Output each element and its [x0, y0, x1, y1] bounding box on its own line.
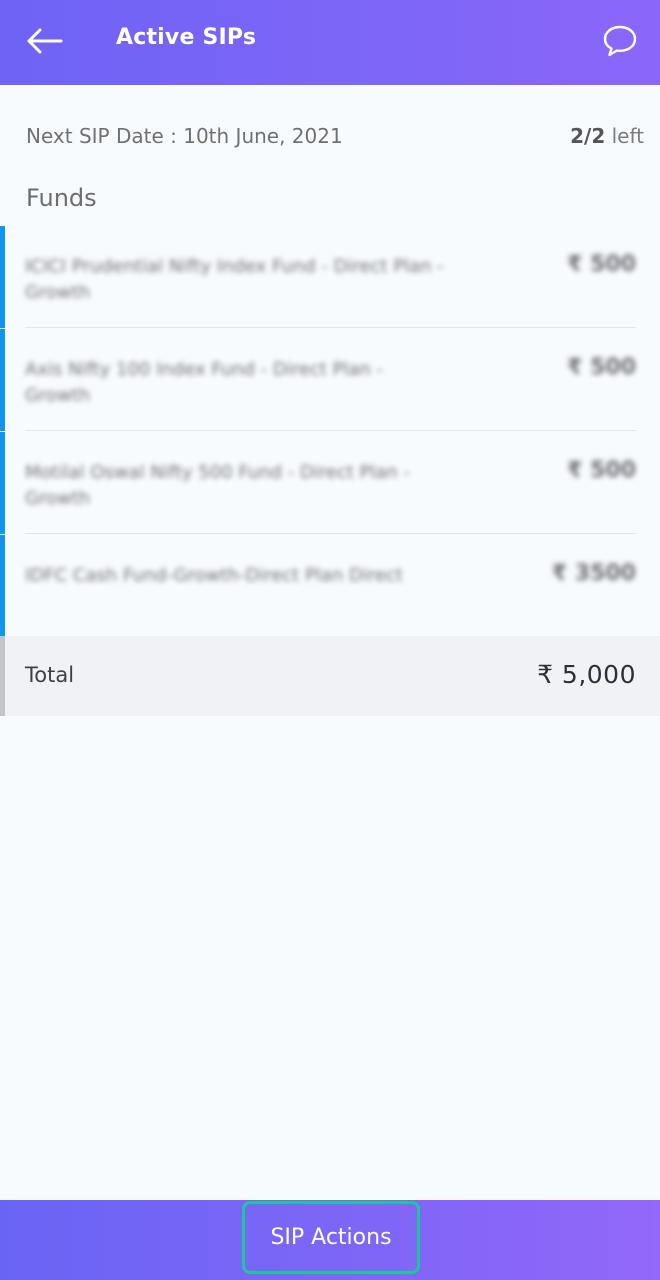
active-sips-screen: Active SIPs Next SIP Date : 10th June, 2… [0, 0, 660, 1280]
app-header: Active SIPs [0, 0, 660, 85]
total-value: ₹ 5,000 [537, 660, 636, 689]
funds-heading: Funds [26, 184, 97, 212]
fund-list-item[interactable]: Axis Nifty 100 Index Fund - Direct Plan … [0, 329, 660, 431]
fund-amount: ₹ 500 [567, 252, 636, 277]
chat-bubble-icon [603, 25, 637, 57]
sips-left-value: 2/2 [570, 124, 606, 148]
divider [25, 327, 636, 328]
total-row: Total ₹ 5,000 [0, 636, 660, 716]
sips-left-count: 2/2 left [570, 124, 644, 148]
sip-actions-button[interactable]: SIP Actions [242, 1201, 420, 1274]
chat-button[interactable] [600, 22, 640, 60]
divider [25, 430, 636, 431]
next-sip-date: Next SIP Date : 10th June, 2021 [26, 124, 343, 148]
arrow-left-icon [27, 28, 63, 54]
fund-name: Motilal Oswal Nifty 500 Fund - Direct Pl… [25, 462, 411, 509]
fund-amount: ₹ 500 [567, 355, 636, 380]
fund-list: ICICI Prudential Nifty Index Fund - Dire… [0, 226, 660, 638]
back-button[interactable] [22, 20, 68, 62]
total-label: Total [25, 663, 75, 687]
divider [25, 533, 636, 534]
sips-left-suffix: left [605, 124, 644, 148]
fund-list-item[interactable]: ICICI Prudential Nifty Index Fund - Dire… [0, 226, 660, 328]
sip-info-row: Next SIP Date : 10th June, 2021 2/2 left [0, 118, 660, 158]
fund-list-item[interactable]: Motilal Oswal Nifty 500 Fund - Direct Pl… [0, 432, 660, 534]
fund-amount: ₹ 500 [567, 458, 636, 483]
fund-list-item[interactable]: IDFC Cash Fund-Growth-Direct Plan Direct… [0, 535, 660, 637]
fund-amount: ₹ 3500 [551, 561, 636, 586]
fund-name: IDFC Cash Fund-Growth-Direct Plan Direct [25, 565, 403, 586]
fund-name: ICICI Prudential Nifty Index Fund - Dire… [25, 256, 444, 303]
page-title: Active SIPs [116, 25, 257, 50]
fund-name: Axis Nifty 100 Index Fund - Direct Plan … [25, 359, 384, 406]
